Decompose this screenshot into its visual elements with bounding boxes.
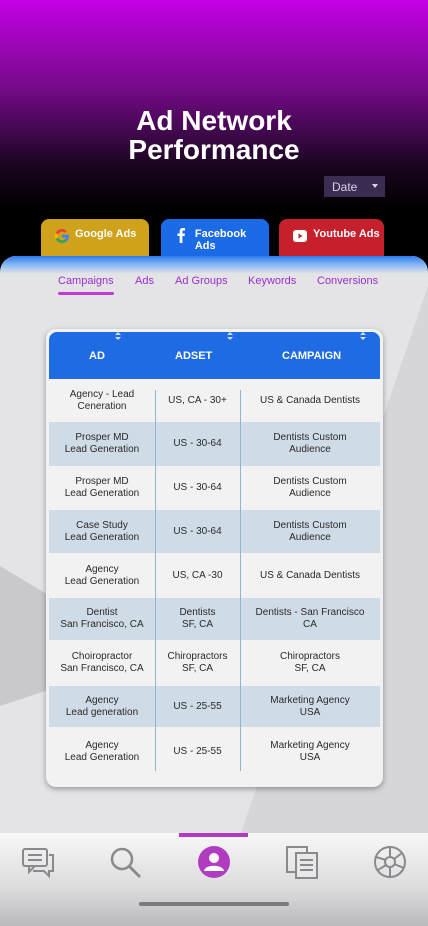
cell-ad: Prosper MD Lead Generation bbox=[64, 432, 140, 455]
subtab-ad-groups[interactable]: Ad Groups bbox=[175, 275, 228, 287]
tab-youtube-ads[interactable]: Youtube Ads bbox=[279, 219, 384, 259]
page-title-line-2: Performance bbox=[128, 134, 300, 165]
cell-adset: US - 30-64 bbox=[173, 438, 222, 449]
tab-facebook-ads[interactable]: Facebook Ads bbox=[161, 219, 269, 259]
cell-campaign: Marketing Agency USA bbox=[270, 694, 350, 718]
table-header: AD ADSET CAMPAIGN bbox=[49, 332, 380, 379]
table-row[interactable]: Prosper MD Lead Generation US - 30-64 Dent… bbox=[49, 422, 380, 466]
cell-ad: Agency Lead Generation bbox=[64, 563, 140, 587]
table-row[interactable]: Prosper MD Lead Generation US - 30-64 Dent… bbox=[49, 466, 380, 510]
table-row[interactable]: Agency Lead Generation US - 25-55 Marketin… bbox=[49, 727, 380, 776]
column-divider bbox=[240, 390, 241, 771]
documents-icon[interactable] bbox=[285, 845, 319, 879]
active-nav-indicator bbox=[179, 833, 248, 837]
table-body: Agency - Lead Ceneration US, CA - 30+ US &… bbox=[49, 379, 380, 776]
cell-ad: Choiropractor San Francisco, CA bbox=[60, 651, 144, 674]
cell-adset: Dentists SF, CA bbox=[179, 607, 216, 630]
profile-icon[interactable] bbox=[197, 845, 231, 879]
subtab-keywords[interactable]: Keywords bbox=[248, 275, 296, 287]
subtab-ads[interactable]: Ads bbox=[135, 275, 154, 287]
search-icon[interactable] bbox=[108, 845, 142, 879]
youtube-icon bbox=[291, 227, 308, 244]
page-title-line-1: Ad Network bbox=[136, 105, 292, 136]
cell-adset: US, CA -30 bbox=[172, 569, 223, 581]
cell-campaign: Marketing Agency USA bbox=[270, 739, 350, 763]
tab-facebook-ads-label: Facebook Ads bbox=[194, 228, 247, 252]
chevron-down-icon bbox=[372, 184, 378, 188]
column-divider bbox=[155, 390, 156, 771]
subtab-campaigns[interactable]: Campaigns bbox=[58, 275, 114, 295]
subtab-bar: Campaigns Ads Ad Groups Keywords Convers… bbox=[0, 275, 428, 295]
cell-campaign: US & Canada Dentists bbox=[259, 394, 361, 406]
cell-campaign: US & Canada Dentists bbox=[259, 569, 361, 581]
globe-icon[interactable] bbox=[373, 845, 407, 879]
cell-ad: Case Study Lead Generation bbox=[64, 519, 140, 543]
page-title: Ad Network Performance bbox=[0, 106, 428, 164]
google-icon bbox=[53, 227, 70, 244]
tab-youtube-ads-label: Youtube Ads bbox=[313, 228, 380, 240]
tab-google-ads-label: Google Ads bbox=[75, 228, 137, 240]
cell-campaign: Dentists - San Francisco CA bbox=[255, 607, 365, 630]
column-header-campaign[interactable]: CAMPAIGN bbox=[282, 332, 341, 379]
chat-icon[interactable] bbox=[21, 845, 55, 879]
cell-ad: Agency Lead Generation bbox=[64, 739, 140, 763]
cell-ad: Prosper MD Lead Generation bbox=[64, 476, 140, 499]
cell-campaign: Dentists Custom Audience bbox=[273, 432, 347, 455]
facebook-icon bbox=[173, 227, 190, 244]
table-row[interactable]: Dentist San Francisco, CA Dentists SF, CA… bbox=[49, 598, 380, 640]
cell-adset: US - 25-55 bbox=[173, 700, 222, 712]
date-select[interactable]: Date bbox=[324, 176, 385, 197]
cell-adset: US, CA - 30+ bbox=[168, 394, 227, 406]
date-select-label: Date bbox=[332, 179, 358, 194]
cell-ad: Agency Lead generation bbox=[65, 694, 139, 718]
table-row[interactable]: Agency Lead generation US - 25-55 Marketin… bbox=[49, 686, 380, 727]
cell-adset: US - 25-55 bbox=[173, 745, 222, 757]
panel-top-glow bbox=[0, 256, 428, 274]
content-panel: Campaigns Ads Ad Groups Keywords Convers… bbox=[0, 256, 428, 836]
cell-ad: Agency - Lead Ceneration bbox=[69, 388, 135, 412]
bottom-navigation bbox=[0, 833, 428, 926]
column-header-adset[interactable]: ADSET bbox=[175, 332, 212, 379]
tab-google-ads[interactable]: Google Ads bbox=[41, 219, 149, 259]
cell-adset: US - 30-64 bbox=[173, 482, 222, 493]
cell-campaign: Dentists Custom Audience bbox=[273, 476, 347, 499]
table-row[interactable]: Choiropractor San Francisco, CA Chiroprac… bbox=[49, 640, 380, 686]
cell-ad: Dentist San Francisco, CA bbox=[60, 607, 144, 630]
table-row[interactable]: Case Study Lead Generation US - 30-64 Dent… bbox=[49, 510, 380, 553]
cell-campaign: Dentists Custom Audience bbox=[273, 519, 347, 543]
home-indicator bbox=[139, 902, 289, 906]
cell-adset: US - 30-64 bbox=[173, 525, 222, 537]
cell-campaign: Chiropractors SF, CA bbox=[279, 651, 341, 674]
table-row[interactable]: Agency - Lead Ceneration US, CA - 30+ US &… bbox=[49, 379, 380, 422]
column-header-ad[interactable]: AD bbox=[89, 332, 105, 379]
cell-adset: Chiropractors SF, CA bbox=[167, 651, 228, 674]
subtab-conversions[interactable]: Conversions bbox=[317, 275, 378, 287]
table-row[interactable]: Agency Lead Generation US, CA -30 US & Can… bbox=[49, 553, 380, 598]
performance-table: AD ADSET CAMPAIGN Agency - Lead Cenerati… bbox=[46, 329, 383, 787]
